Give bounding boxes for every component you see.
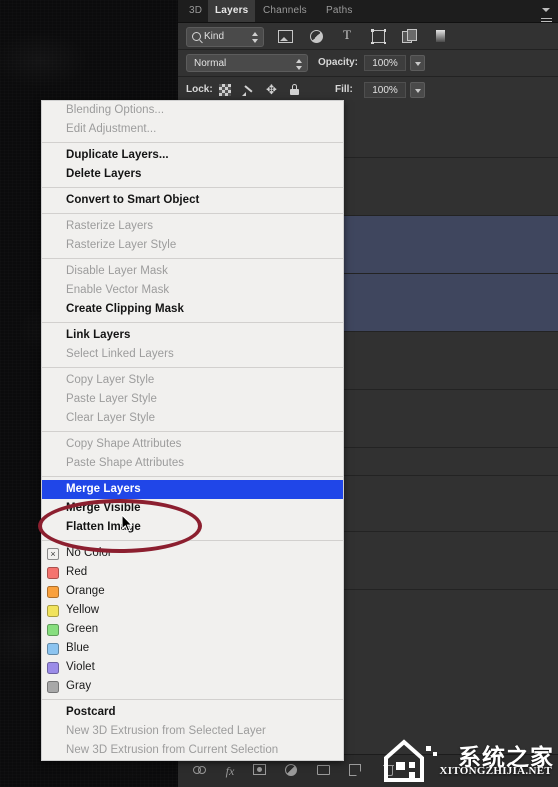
color-swatch-gray-icon [47,680,59,693]
menu-item-convert-to-smart-object[interactable]: Convert to Smart Object [42,191,343,210]
tab-paths[interactable]: Paths [319,0,360,22]
menu-item-copy-shape-attributes: Copy Shape Attributes [66,438,182,450]
menu-separator [42,540,343,541]
menu-item-delete-layers[interactable]: Delete Layers [42,165,343,184]
menu-separator [42,142,343,143]
menu-separator [42,476,343,477]
menu-item-merge-layers[interactable]: Merge Layers [42,480,343,499]
menu-separator [42,367,343,368]
tab-3d[interactable]: 3D [182,0,209,22]
menu-item-green[interactable]: Green [42,620,343,639]
fill-value[interactable]: 100% [364,82,406,98]
menu-item-yellow[interactable]: Yellow [42,601,343,620]
menu-separator [42,187,343,188]
smart-object-filter-icon[interactable] [401,28,417,44]
tab-channels[interactable]: Channels [256,0,314,22]
menu-item-rasterize-layer-style: Rasterize Layer Style [66,239,177,251]
shape-filter-icon[interactable] [370,28,386,44]
menu-item-gray[interactable]: Gray [42,677,343,696]
menu-item-select-linked-layers: Select Linked Layers [66,348,174,360]
menu-item-no-color[interactable]: × No Color [42,544,343,563]
menu-item-label: Gray [66,680,92,692]
menu-item-label: Green [66,623,99,635]
menu-item-orange[interactable]: Orange [42,582,343,601]
menu-item-postcard[interactable]: Postcard [42,703,343,722]
link-layers-icon[interactable] [192,764,208,778]
transparent-pixels-icon[interactable] [218,82,233,97]
menu-item-label: No Color [66,547,112,559]
adjustment-filter-icon[interactable] [308,28,324,44]
delete-layer-icon[interactable] [381,764,397,778]
menu-separator [42,322,343,323]
image-pixels-icon[interactable] [241,82,256,97]
menu-item-new-3d-extrusion-current-selection: New 3D Extrusion from Current Selection [66,744,279,756]
color-swatch-red-icon [47,566,59,579]
lock-label: Lock: [186,84,213,95]
color-swatch-yellow-icon [47,604,59,617]
menu-item-rasterize-layers: Rasterize Layers [66,220,154,232]
menu-item-merge-visible[interactable]: Merge Visible [42,499,343,518]
panel-tab-bar: 3D Layers Channels Paths [178,0,558,25]
color-swatch-green-icon [47,623,59,636]
menu-item-label: Violet [66,661,95,673]
menu-item-link-layers[interactable]: Link Layers [42,326,343,345]
menu-item-label: Blue [66,642,90,654]
menu-item-paste-layer-style: Paste Layer Style [66,393,157,405]
blend-mode-select[interactable]: Normal [186,54,308,72]
color-swatch-blue-icon [47,642,59,655]
opacity-stepper[interactable] [410,55,425,71]
filter-kind-label: Kind [204,31,225,42]
menu-item-paste-shape-attributes: Paste Shape Attributes [66,457,185,469]
menu-item-label: Orange [66,585,105,597]
menu-separator [42,699,343,700]
filter-kind-select[interactable]: Kind [186,27,264,47]
menu-item-duplicate-layers[interactable]: Duplicate Layers... [42,146,343,165]
screenshot-root: 3D Layers Channels Paths Kind T Normal O… [0,0,558,787]
menu-item-red[interactable]: Red [42,563,343,582]
menu-item-label: Red [66,566,88,578]
menu-item-violet[interactable]: Violet [42,658,343,677]
gradient-filter-icon[interactable] [432,28,448,44]
new-group-icon[interactable] [316,764,332,778]
position-icon[interactable]: ✥ [264,82,279,97]
color-swatch-orange-icon [47,585,59,598]
fill-label: Fill: [335,84,353,95]
layer-filter-row: Kind T [178,23,558,50]
menu-separator [42,258,343,259]
chevron-updown-icon [296,59,302,70]
menu-item-blue[interactable]: Blue [42,639,343,658]
menu-separator [42,431,343,432]
type-filter-icon[interactable]: T [339,27,355,44]
menu-item-new-3d-extrusion-selected-layer: New 3D Extrusion from Selected Layer [66,725,266,737]
layer-context-menu[interactable]: Blending Options... Edit Adjustment... D… [41,100,344,761]
pixel-filter-icon[interactable] [277,28,293,44]
opacity-value[interactable]: 100% [364,55,406,71]
chevron-updown-icon [252,32,258,43]
lock-all-icon[interactable] [287,82,302,97]
opacity-label: Opacity: [318,57,359,68]
menu-separator [42,213,343,214]
layer-style-fx-icon[interactable]: fx [222,764,238,778]
menu-item-edit-adjustment: Edit Adjustment... [66,123,157,135]
fill-stepper[interactable] [410,82,425,98]
menu-item-label: Yellow [66,604,100,616]
tab-layers[interactable]: Layers [208,0,256,22]
add-layer-mask-icon[interactable] [252,764,268,778]
menu-item-copy-layer-style: Copy Layer Style [66,374,155,386]
color-swatch-violet-icon [47,661,59,674]
menu-item-blending-options: Blending Options... [66,104,165,116]
new-layer-icon[interactable] [348,764,364,778]
menu-item-create-clipping-mask[interactable]: Create Clipping Mask [42,300,343,319]
blend-mode-value: Normal [194,58,227,69]
blend-mode-row: Normal Opacity: 100% [178,50,558,77]
no-color-icon: × [47,547,59,560]
menu-item-clear-layer-style: Clear Layer Style [66,412,156,424]
search-icon [192,32,201,41]
menu-item-flatten-image[interactable]: Flatten Image [42,518,343,537]
new-adjustment-layer-icon[interactable] [284,764,300,778]
menu-item-disable-layer-mask: Disable Layer Mask [66,265,168,277]
panel-menu-icon[interactable] [532,5,552,25]
menu-item-enable-vector-mask: Enable Vector Mask [66,284,170,296]
